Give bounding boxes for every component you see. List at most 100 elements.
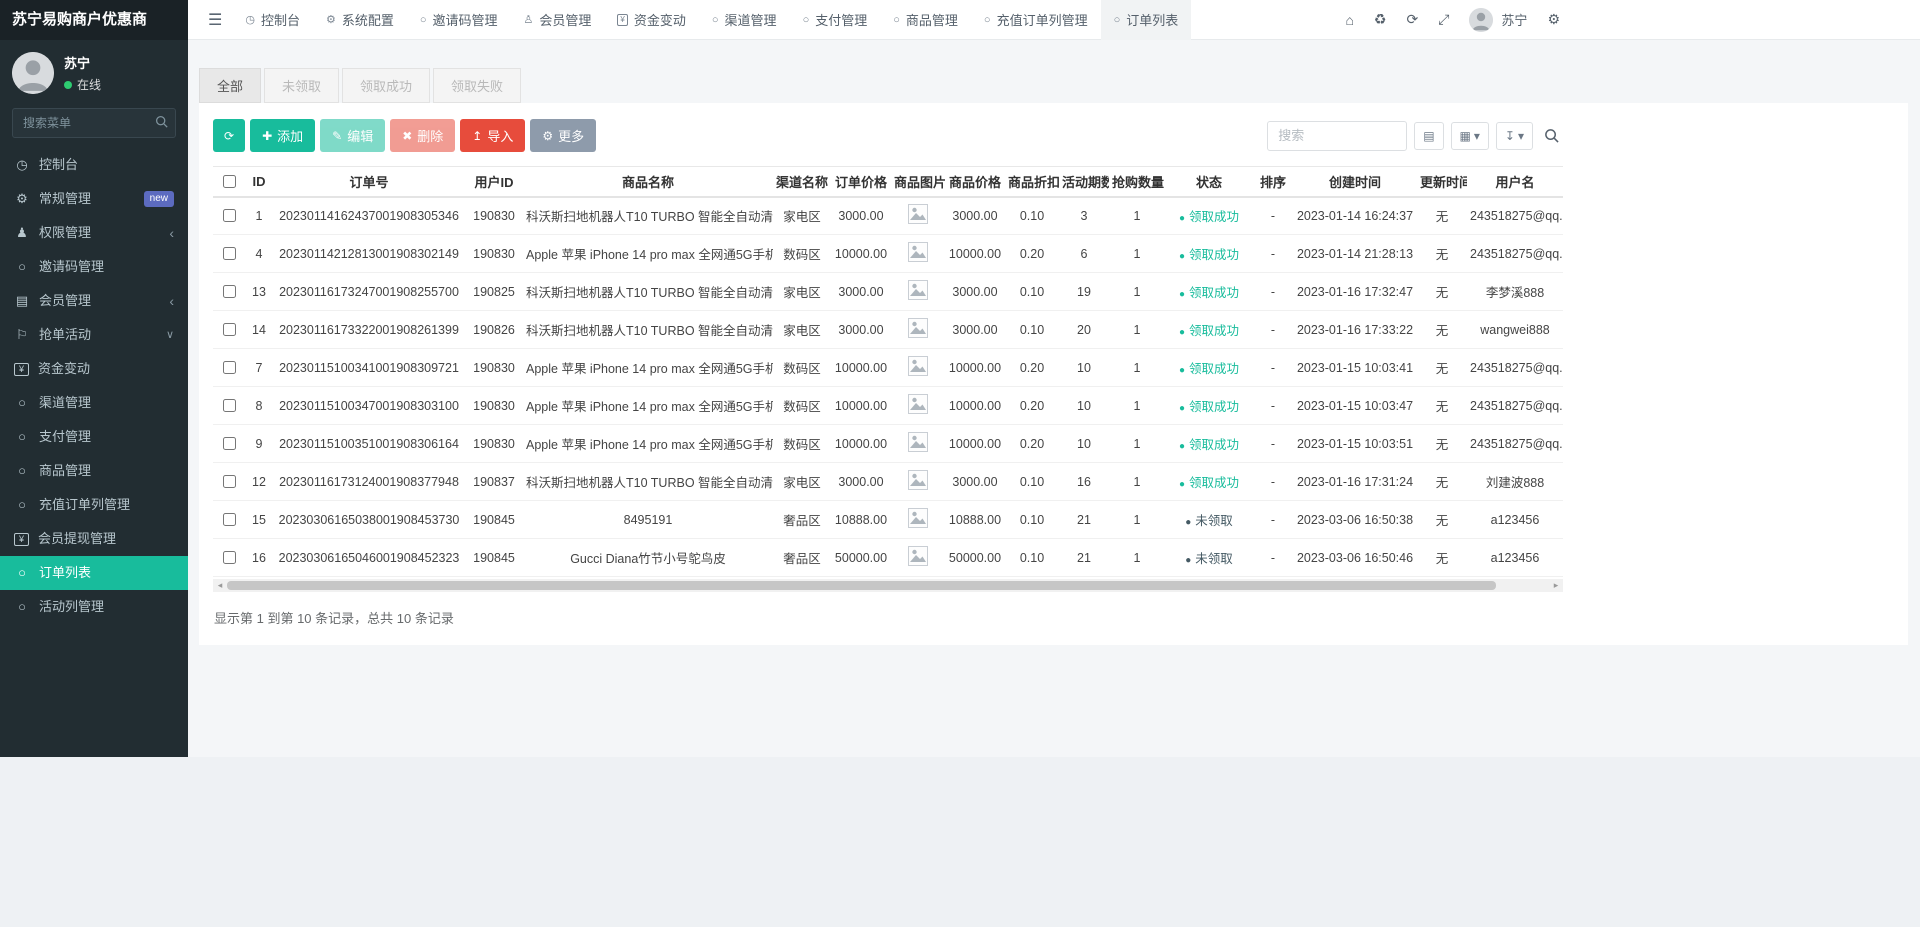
topnav-item-orders[interactable]: ○订单列表 xyxy=(1101,0,1192,40)
cell-period: 19 xyxy=(1059,273,1109,311)
cell-sort: - xyxy=(1253,273,1293,311)
sidebar-user-status: 在线 xyxy=(64,76,101,93)
cell-username: 243518275@qq.com xyxy=(1467,197,1563,235)
row-checkbox[interactable] xyxy=(223,323,236,336)
select-all-checkbox[interactable] xyxy=(223,175,236,188)
status-badge: ●领取成功 xyxy=(1179,324,1239,338)
row-checkbox[interactable] xyxy=(223,247,236,260)
topnav-item-funds[interactable]: ¥资金变动 xyxy=(604,0,698,40)
person-silhouette-icon xyxy=(12,52,54,94)
gear-icon[interactable]: ⚙ xyxy=(1547,11,1560,28)
menu-toggle-icon[interactable]: ☰ xyxy=(198,10,232,30)
row-checkbox[interactable] xyxy=(223,475,236,488)
toggle-view-button[interactable]: ▤ xyxy=(1414,122,1443,150)
cell-product_name: 科沃斯扫地机器人T10 TURBO 智能全自动清洗 免洗尊享版 xyxy=(523,463,773,501)
row-checkbox[interactable] xyxy=(223,551,236,564)
cell-username: 243518275@qq.com xyxy=(1467,349,1563,387)
scroll-left-arrow[interactable]: ◂ xyxy=(213,579,227,592)
topnav-user[interactable]: 苏宁 xyxy=(1469,8,1527,32)
broken-image-icon xyxy=(908,318,928,341)
cell-updated_at: 无 xyxy=(1417,463,1467,501)
cell-product-image xyxy=(891,425,945,463)
delete-button[interactable]: ✖删除 xyxy=(390,119,455,152)
topnav-item-console[interactable]: ◷控制台 xyxy=(232,0,313,40)
sidebar-item-label: 会员提现管理 xyxy=(38,531,116,547)
scroll-right-arrow[interactable]: ▸ xyxy=(1549,579,1563,592)
topnav-right-cluster: ⌂ ♻ ⟳ ⤢ 苏宁 ⚙ xyxy=(1345,8,1560,32)
topnav-item-payment[interactable]: ○支付管理 xyxy=(790,0,881,40)
import-button[interactable]: ↥导入 xyxy=(460,119,525,152)
more-button[interactable]: ⚙更多 xyxy=(530,119,596,152)
tab-claim-fail[interactable]: 领取失败 xyxy=(433,68,521,103)
cell-id: 12 xyxy=(245,463,273,501)
table-row: 1520230306165038001908453730190845849519… xyxy=(213,501,1563,539)
cell-sort: - xyxy=(1253,387,1293,425)
row-checkbox[interactable] xyxy=(223,209,236,222)
cell-user_id: 190845 xyxy=(465,501,523,539)
upload-icon: ↥ xyxy=(472,129,482,143)
cell-product_name: Apple 苹果 iPhone 14 pro max 全网通5G手机 白色 1T… xyxy=(523,387,773,425)
export-button[interactable]: ↧▾ xyxy=(1496,122,1533,150)
sidebar-item-orders[interactable]: ○订单列表 xyxy=(0,556,188,590)
sidebar-item-funds[interactable]: ¥资金变动 xyxy=(0,352,188,386)
topnav-item-invite[interactable]: ○邀请码管理 xyxy=(407,0,511,40)
trash-icon[interactable]: ♻ xyxy=(1374,11,1387,28)
cell-order_no: 20230114212813001908302149 xyxy=(273,235,465,273)
sidebar-item-auth[interactable]: ♟权限管理‹ xyxy=(0,216,188,250)
sidebar-item-general[interactable]: ⚙常规管理new xyxy=(0,182,188,216)
cell-discount: 0.10 xyxy=(1005,273,1059,311)
chevron-left-icon: ‹ xyxy=(169,293,174,309)
topnav-item-goods[interactable]: ○商品管理 xyxy=(880,0,971,40)
cell-status: ●领取成功 xyxy=(1165,387,1253,425)
cell-created_at: 2023-01-15 10:03:47 xyxy=(1293,387,1417,425)
table-search-input[interactable] xyxy=(1267,121,1407,151)
refresh-button[interactable]: ⟳ xyxy=(213,119,245,152)
tab-unclaimed[interactable]: 未领取 xyxy=(264,68,339,103)
cell-id: 13 xyxy=(245,273,273,311)
search-button[interactable] xyxy=(1540,128,1563,143)
sidebar-item-console[interactable]: ◷控制台 xyxy=(0,148,188,182)
tab-all[interactable]: 全部 xyxy=(199,68,261,103)
fullscreen-icon[interactable]: ⤢ xyxy=(1438,11,1449,28)
sidebar-item-grab[interactable]: ⚐抢单活动∨ xyxy=(0,318,188,352)
status-dot-icon: ● xyxy=(1185,517,1191,528)
horizontal-scrollbar[interactable]: ◂ ▸ xyxy=(213,579,1563,592)
circle-icon: ○ xyxy=(420,14,427,26)
status-dot-icon: ● xyxy=(1179,441,1185,452)
menu-search-input[interactable] xyxy=(12,108,176,138)
row-checkbox[interactable] xyxy=(223,285,236,298)
scrollbar-thumb[interactable] xyxy=(227,581,1496,590)
row-checkbox[interactable] xyxy=(223,399,236,412)
status-filter-tabs: 全部未领取领取成功领取失败 xyxy=(199,68,1920,103)
row-checkbox[interactable] xyxy=(223,361,236,374)
clear-cache-icon[interactable]: ⟳ xyxy=(1406,11,1418,28)
sidebar-item-invite[interactable]: ○邀请码管理 xyxy=(0,250,188,284)
cell-status: ●领取成功 xyxy=(1165,273,1253,311)
sidebar-item-channel[interactable]: ○渠道管理 xyxy=(0,386,188,420)
cell-period: 16 xyxy=(1059,463,1109,501)
column-header-4: 渠道名称 xyxy=(773,167,831,197)
cell-order_price: 3000.00 xyxy=(831,463,891,501)
columns-button[interactable]: ▦▾ xyxy=(1451,122,1489,150)
sidebar-item-activity[interactable]: ○活动列管理 xyxy=(0,590,188,624)
home-icon[interactable]: ⌂ xyxy=(1345,12,1353,28)
tab-claim-success[interactable]: 领取成功 xyxy=(342,68,430,103)
topnav-item-config[interactable]: ⚙系统配置 xyxy=(313,0,407,40)
sidebar-item-withdraw[interactable]: ¥会员提现管理 xyxy=(0,522,188,556)
sidebar-item-member[interactable]: ▤会员管理‹ xyxy=(0,284,188,318)
sidebar-item-recharge[interactable]: ○充值订单列管理 xyxy=(0,488,188,522)
sidebar-item-goods[interactable]: ○商品管理 xyxy=(0,454,188,488)
topnav-item-recharge[interactable]: ○充值订单列管理 xyxy=(971,0,1101,40)
edit-button[interactable]: ✎编辑 xyxy=(320,119,385,152)
add-button[interactable]: ✚添加 xyxy=(250,119,315,152)
cell-order_no: 20230116173247001908255700 xyxy=(273,273,465,311)
topnav-item-member[interactable]: ♙会员管理 xyxy=(511,0,605,40)
circle-icon: ○ xyxy=(14,429,30,445)
sidebar-item-label: 渠道管理 xyxy=(39,395,91,411)
topnav-item-channel[interactable]: ○渠道管理 xyxy=(699,0,790,40)
cell-updated_at: 无 xyxy=(1417,349,1467,387)
cell-checkbox xyxy=(213,349,245,387)
row-checkbox[interactable] xyxy=(223,437,236,450)
sidebar-item-payment[interactable]: ○支付管理 xyxy=(0,420,188,454)
row-checkbox[interactable] xyxy=(223,513,236,526)
